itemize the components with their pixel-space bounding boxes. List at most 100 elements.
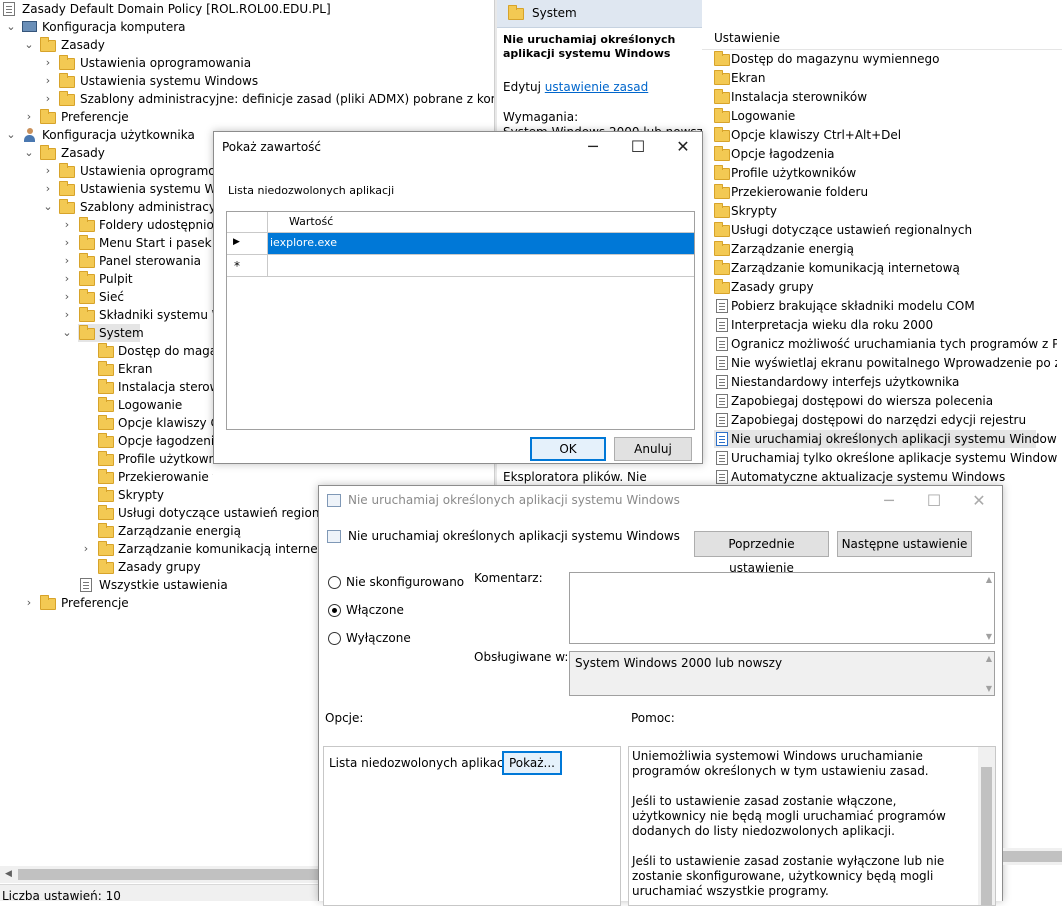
chevron-right-icon[interactable]: › bbox=[24, 108, 34, 126]
tree-admx-child[interactable]: › Pulpit bbox=[0, 270, 213, 288]
chevron-right-icon[interactable]: › bbox=[62, 252, 72, 270]
scroll-down-icon[interactable]: ▼ bbox=[986, 632, 992, 641]
tree-computer-prefs[interactable]: › Preferencje bbox=[0, 108, 494, 126]
tree-computer-software[interactable]: › Ustawienia oprogramowania bbox=[0, 54, 494, 72]
values-grid[interactable]: Wartość ▶ iexplore.exe * bbox=[226, 211, 695, 430]
list-folder-item[interactable]: Logowanie bbox=[712, 107, 1057, 125]
dialog-title-bar[interactable]: Pokaż zawartość ─ ☐ ✕ bbox=[214, 132, 702, 162]
list-policy-item[interactable]: Uruchamiaj tylko określone aplikacje sys… bbox=[712, 449, 1057, 467]
chevron-right-icon[interactable]: › bbox=[43, 54, 53, 72]
tree-system-child[interactable]: Profile użytkowników bbox=[0, 450, 213, 468]
tree-system-child[interactable]: Instalacja sterowników bbox=[0, 378, 213, 396]
list-folder-item[interactable]: Zasady grupy bbox=[712, 278, 1057, 296]
list-policy-item[interactable]: Zapobiegaj dostępowi do wiersza poleceni… bbox=[712, 392, 1057, 410]
list-folder-item[interactable]: Skrypty bbox=[712, 202, 1057, 220]
show-button[interactable]: Pokaż... bbox=[502, 751, 562, 775]
tree-computer-admx[interactable]: › Szablony administracyjne: definicje za… bbox=[0, 90, 494, 108]
list-policy-item[interactable]: Ogranicz możliwość uruchamiania tych pro… bbox=[712, 335, 1057, 353]
scroll-down-icon[interactable]: ▼ bbox=[986, 684, 992, 693]
list-folder-item[interactable]: Zarządzanie energią bbox=[712, 240, 1057, 258]
tree-root[interactable]: Zasady Default Domain Policy [ROL.ROL00.… bbox=[0, 0, 494, 18]
scrollbar-thumb[interactable] bbox=[1003, 851, 1062, 862]
list-policy-item[interactable]: Pobierz brakujące składniki modelu COM bbox=[712, 297, 1057, 315]
tree-system-child[interactable]: ›Zarządzanie komunikacją internetową bbox=[0, 540, 318, 558]
list-column-header[interactable]: Ustawienie bbox=[702, 28, 1062, 50]
list-folder-item[interactable]: Dostęp do magazynu wymiennego bbox=[712, 50, 1057, 68]
maximize-icon[interactable]: ☐ bbox=[615, 132, 661, 162]
scroll-up-icon[interactable]: ▲ bbox=[986, 575, 992, 584]
tree-system-child[interactable]: Zarządzanie energią bbox=[0, 522, 318, 540]
list-folder-item[interactable]: Opcje łagodzenia bbox=[712, 145, 1057, 163]
radio-not-configured-label[interactable]: Nie skonfigurowano bbox=[346, 575, 464, 589]
radio-enabled-label[interactable]: Włączone bbox=[346, 603, 404, 617]
tree-computer-windows[interactable]: › Ustawienia systemu Windows bbox=[0, 72, 494, 90]
list-folder-item[interactable]: Profile użytkowników bbox=[712, 164, 1057, 182]
tree-computer-policies[interactable]: ⌄ Zasady bbox=[0, 36, 494, 54]
tree-system-child[interactable]: Zasady grupy bbox=[0, 558, 318, 576]
list-folder-item[interactable]: Instalacja sterowników bbox=[712, 88, 1057, 106]
list-folder-item[interactable]: Przekierowanie folderu bbox=[712, 183, 1057, 201]
list-policy-item[interactable]: Interpretacja wieku dla roku 2000 bbox=[712, 316, 1057, 334]
chevron-right-icon[interactable]: › bbox=[43, 72, 53, 90]
tree-admx-child[interactable]: › Panel sterowania bbox=[0, 252, 213, 270]
chevron-down-icon[interactable]: ⌄ bbox=[24, 36, 34, 54]
chevron-right-icon[interactable]: › bbox=[62, 270, 72, 288]
list-policy-item[interactable]: Zapobiegaj dostępowi do narzędzi edycji … bbox=[712, 411, 1057, 429]
radio-not-configured[interactable] bbox=[328, 576, 341, 589]
scroll-left-icon[interactable]: ◀ bbox=[0, 866, 17, 883]
minimize-icon[interactable]: ─ bbox=[866, 486, 912, 516]
grid-row-new[interactable]: * bbox=[227, 255, 694, 277]
chevron-right-icon[interactable]: › bbox=[43, 180, 53, 198]
list-policy-item[interactable]: Automatyczne aktualizacje systemu Window… bbox=[712, 468, 1057, 486]
scrollbar-thumb[interactable] bbox=[981, 767, 992, 905]
chevron-right-icon[interactable]: › bbox=[62, 234, 72, 252]
list-policy-item[interactable]: Niestandardowy interfejs użytkownika bbox=[712, 373, 1057, 391]
list-policy-item[interactable]: Nie uruchamiaj określonych aplikacji sys… bbox=[712, 430, 1057, 448]
ok-button[interactable]: OK bbox=[530, 437, 606, 461]
help-scrollbar[interactable] bbox=[978, 747, 995, 905]
previous-setting-button[interactable]: Poprzednie ustawienie bbox=[694, 531, 829, 575]
tree-system-child[interactable]: Opcje łagodzenia bbox=[0, 432, 213, 450]
chevron-right-icon[interactable]: › bbox=[43, 162, 53, 180]
comment-textarea[interactable]: ▲ ▼ bbox=[569, 572, 995, 644]
scroll-up-icon[interactable]: ▲ bbox=[986, 654, 992, 663]
chevron-down-icon[interactable]: ⌄ bbox=[43, 198, 53, 216]
policy-dialog-title-bar[interactable]: Nie uruchamiaj określonych aplikacji sys… bbox=[319, 486, 1002, 516]
chevron-down-icon[interactable]: ⌄ bbox=[6, 126, 16, 144]
radio-enabled[interactable] bbox=[328, 604, 341, 617]
tree-admx-child[interactable]: ›Menu Start i pasek zadań bbox=[0, 234, 213, 252]
list-folder-item[interactable]: Zarządzanie komunikacją internetową bbox=[712, 259, 1057, 277]
chevron-down-icon[interactable]: ⌄ bbox=[24, 144, 34, 162]
value-column-header[interactable]: Wartość bbox=[289, 215, 333, 228]
tree-admx-child[interactable]: ›Foldery udostępnione bbox=[0, 216, 213, 234]
list-folder-item[interactable]: Ekran bbox=[712, 69, 1057, 87]
tree-system-child[interactable]: Skrypty bbox=[0, 486, 318, 504]
cancel-button[interactable]: Anuluj bbox=[614, 437, 692, 461]
chevron-down-icon[interactable]: ⌄ bbox=[62, 324, 72, 342]
grid-row-selected[interactable]: ▶ iexplore.exe bbox=[227, 233, 694, 255]
tree-system-child[interactable]: Ekran bbox=[0, 360, 213, 378]
chevron-right-icon[interactable]: › bbox=[81, 540, 91, 558]
chevron-right-icon[interactable]: › bbox=[43, 90, 53, 108]
chevron-right-icon[interactable]: › bbox=[62, 216, 72, 234]
close-icon[interactable]: ✕ bbox=[660, 132, 706, 162]
chevron-right-icon[interactable]: › bbox=[62, 306, 72, 324]
tree-system-child[interactable]: Przekierowanie folderu bbox=[0, 468, 213, 486]
chevron-right-icon[interactable]: › bbox=[24, 594, 34, 612]
chevron-right-icon[interactable]: › bbox=[62, 288, 72, 306]
tree-system-child[interactable]: Opcje klawiszy Ctrl+Alt+Del bbox=[0, 414, 213, 432]
tree-system-child[interactable]: Dostęp do magazynu wymiennego bbox=[0, 342, 213, 360]
radio-disabled[interactable] bbox=[328, 632, 341, 645]
tree-admx-child[interactable]: › Sieć bbox=[0, 288, 213, 306]
tree-system-child[interactable]: Usługi dotyczące ustawień regionalnych bbox=[0, 504, 318, 522]
close-icon[interactable]: ✕ bbox=[956, 486, 1002, 516]
radio-disabled-label[interactable]: Wyłączone bbox=[346, 631, 411, 645]
list-horizontal-scrollbar[interactable] bbox=[1003, 848, 1062, 865]
next-setting-button[interactable]: Następne ustawienie bbox=[837, 531, 972, 557]
tree-admx-child[interactable]: ›Składniki systemu Windows bbox=[0, 306, 213, 324]
list-policy-item[interactable]: Nie wyświetlaj ekranu powitalnego Wprowa… bbox=[712, 354, 1057, 372]
grid-value-cell[interactable]: iexplore.exe bbox=[268, 233, 694, 254]
list-folder-item[interactable]: Usługi dotyczące ustawień regionalnych bbox=[712, 221, 1057, 239]
tree-computer-config[interactable]: ⌄ Konfiguracja komputera bbox=[0, 18, 494, 36]
edit-policy-link[interactable]: ustawienie zasad bbox=[545, 80, 648, 94]
